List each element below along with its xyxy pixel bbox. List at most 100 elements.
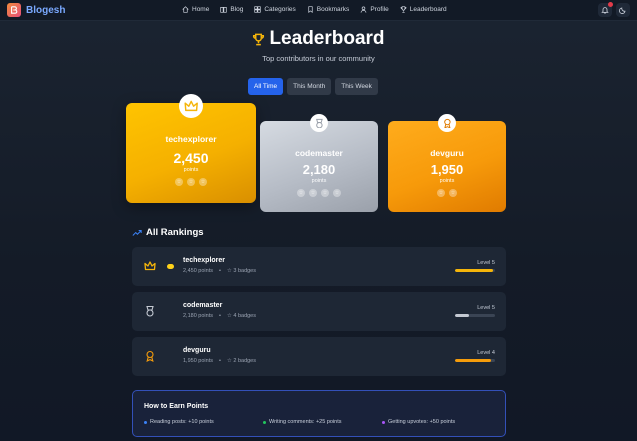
home-icon — [182, 6, 189, 13]
nav-blog-label: Blog — [230, 6, 244, 13]
nav-bookmarks[interactable]: Bookmarks — [307, 6, 350, 13]
user-icon — [361, 6, 367, 13]
nav-home-label: Home — [192, 6, 210, 13]
bullet-dot — [144, 420, 147, 424]
ranking-meta: 1,950 points • ☆ 2 badges — [183, 358, 256, 364]
nav-categories[interactable]: Categories — [254, 6, 296, 13]
coin-icon — [167, 264, 174, 269]
ranking-points: 2,450 points — [183, 268, 213, 274]
crown-icon — [179, 94, 203, 118]
brand-logo[interactable]: Blogesh — [7, 3, 65, 17]
ranking-badges: ☆ 4 badges — [226, 313, 256, 319]
tab-all-time[interactable]: All Time — [248, 78, 284, 95]
logo-icon — [7, 3, 21, 17]
podium-second-name: codemaster — [295, 148, 343, 158]
award-icon — [438, 114, 456, 132]
podium-third-points: 1,950 — [430, 162, 464, 177]
page-header: Leaderboard — [0, 28, 637, 50]
podium-second-badges: ☆ ☆ ☆ ☆ — [260, 189, 378, 197]
moon-icon — [619, 7, 626, 14]
ranking-badges: ☆ 2 badges — [226, 358, 256, 364]
bullet-dot — [382, 420, 385, 424]
podium-first-name: techexplorer — [165, 134, 217, 144]
notification-dot — [608, 2, 613, 7]
ranking-row[interactable]: codemaster 2,180 points • ☆ 4 badges Lev… — [132, 292, 506, 331]
ranking-badges: ☆ 3 badges — [226, 268, 256, 274]
ranking-row[interactable]: techexplorer 2,450 points • ☆ 3 badges L… — [132, 247, 506, 286]
rankings-title: All Rankings — [146, 227, 204, 238]
book-icon — [220, 7, 227, 13]
level-progress-fill — [455, 269, 493, 272]
podium-second[interactable]: codemaster 2,180 points ☆ ☆ ☆ ☆ — [260, 114, 378, 212]
trophy-icon — [253, 33, 265, 45]
nav-leaderboard[interactable]: Leaderboard — [400, 6, 447, 13]
earn-item-label: Reading posts: +10 points — [150, 419, 214, 425]
ranking-separator: • — [218, 313, 221, 319]
podium-first-unit: points — [183, 167, 199, 173]
notifications-button[interactable] — [598, 2, 613, 17]
badge-star-icon: ☆ — [187, 178, 195, 186]
grid-icon — [254, 6, 262, 13]
nav-profile-label: Profile — [370, 6, 389, 13]
ranking-meta: 2,180 points • ☆ 4 badges — [183, 313, 256, 319]
earn-item-reading: Reading posts: +10 points — [144, 419, 263, 425]
theme-toggle-button[interactable] — [616, 3, 630, 17]
podium-first-badges: ☆ ☆ ☆ — [126, 178, 256, 186]
bullet-dot — [263, 420, 266, 424]
navbar: Blogesh Home Blog Categories Bookmarks P… — [0, 0, 637, 21]
brand-name: Blogesh — [26, 4, 66, 16]
badge-star-icon: ☆ — [309, 189, 317, 197]
earn-item-comments: Writing comments: +25 points — [263, 419, 382, 425]
badge-star-icon: ☆ — [175, 178, 183, 186]
earn-item-upvotes: Getting upvotes: +50 points — [382, 419, 501, 425]
ranking-name: devguru — [183, 347, 211, 354]
ranking-meta: 2,450 points • ☆ 3 badges — [183, 268, 256, 274]
podium-third-name: devguru — [430, 148, 464, 158]
tab-this-week[interactable]: This Week — [335, 78, 378, 95]
trophy-icon — [400, 6, 407, 13]
badge-star-icon: ☆ — [297, 189, 305, 197]
podium-second-points: 2,180 — [302, 162, 336, 177]
nav-home[interactable]: Home — [182, 6, 209, 13]
podium-third-unit: points — [439, 178, 455, 184]
bookmark-icon — [308, 6, 313, 13]
rankings-header: All Rankings — [132, 227, 204, 238]
nav-leaderboard-label: Leaderboard — [409, 6, 447, 13]
earn-points-panel: How to Earn Points Reading posts: +10 po… — [132, 390, 506, 437]
trending-up-icon — [132, 229, 142, 236]
period-tabs: All Time This Month This Week — [248, 78, 378, 95]
podium-second-unit: points — [311, 178, 327, 184]
page-subtitle: Top contributors in our community — [262, 54, 375, 63]
ranking-name: techexplorer — [183, 257, 226, 264]
tab-this-month[interactable]: This Month — [287, 78, 332, 95]
page-title: Leaderboard — [269, 28, 385, 49]
podium-third[interactable]: devguru 1,950 points ☆ ☆ — [388, 114, 506, 212]
nav-profile[interactable]: Profile — [360, 6, 389, 13]
level-progress-bar — [455, 359, 495, 362]
ranking-separator: • — [218, 358, 221, 364]
badge-star-icon: ☆ — [321, 189, 329, 197]
badge-star-icon: ☆ — [437, 189, 445, 197]
medal-icon — [146, 305, 154, 317]
earn-points-title: How to Earn Points — [144, 403, 209, 410]
ranking-row[interactable]: devguru 1,950 points • ☆ 2 badges Level … — [132, 337, 506, 376]
level-progress-fill — [455, 314, 469, 317]
nav-categories-label: Categories — [264, 6, 296, 13]
nav-blog[interactable]: Blog — [220, 6, 243, 13]
badge-star-icon: ☆ — [333, 189, 341, 197]
medal-icon — [310, 114, 328, 132]
award-icon — [146, 350, 154, 362]
badge-star-icon: ☆ — [199, 178, 207, 186]
ranking-separator: • — [218, 268, 221, 274]
bell-icon — [601, 7, 609, 14]
podium-third-badges: ☆ ☆ — [388, 189, 506, 197]
podium-first-points: 2,450 — [173, 150, 209, 166]
earn-item-label: Getting upvotes: +50 points — [388, 419, 456, 425]
podium-first[interactable]: techexplorer 2,450 points ☆ ☆ ☆ — [126, 94, 256, 203]
ranking-level: Level 5 — [477, 305, 495, 311]
level-progress-bar — [455, 269, 495, 272]
level-progress-bar — [455, 314, 495, 317]
ranking-points: 1,950 points — [183, 358, 213, 364]
nav-bookmarks-label: Bookmarks — [316, 6, 350, 13]
ranking-level: Level 4 — [477, 350, 495, 356]
